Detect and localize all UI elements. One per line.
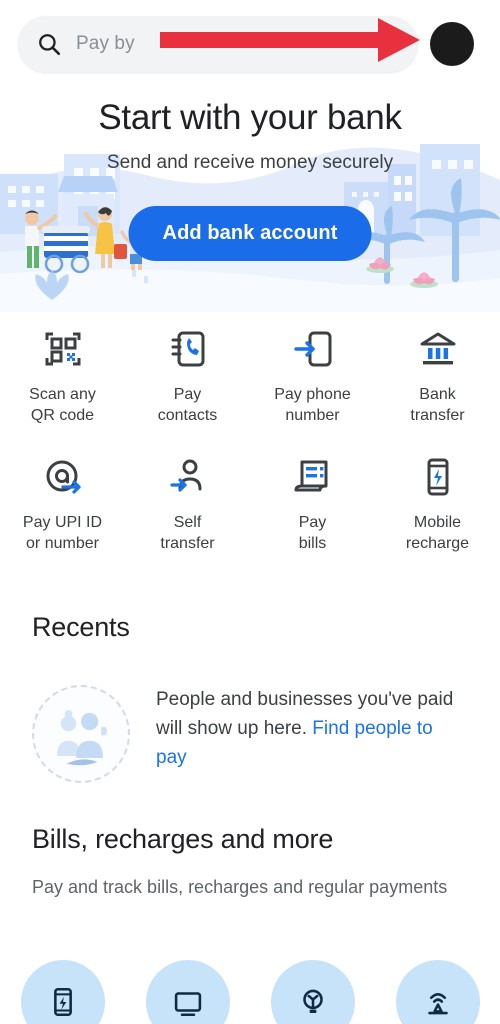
action-label: Pay phone number — [274, 386, 351, 424]
hero-title: Start with your bank — [98, 98, 402, 137]
hero-banner: Start with your bank Send and receive mo… — [0, 84, 500, 312]
action-label: Self transfer — [160, 514, 215, 552]
bank-icon — [415, 326, 461, 372]
qr-code-icon — [40, 326, 86, 372]
action-bank-transfer[interactable]: Bank transfer — [375, 326, 500, 426]
action-label: Pay contacts — [157, 386, 218, 424]
broadband-icon — [395, 960, 480, 1024]
action-pay-contacts[interactable]: Pay contacts — [125, 326, 250, 426]
action-mobile-recharge[interactable]: Mobile recharge — [375, 454, 500, 554]
light-bulb-icon — [270, 960, 355, 1024]
bill-category-broadband[interactable] — [375, 960, 500, 1024]
bills-subtitle: Pay and track bills, recharges and regul… — [32, 877, 448, 897]
recents-title: Recents — [32, 612, 130, 642]
bill-category-dth-tv[interactable] — [125, 960, 250, 1024]
google-pay-home-screen: Pay by Start with your bank Send and rec… — [0, 0, 500, 1024]
receipt-icon — [290, 454, 336, 500]
action-label: Bank transfer — [410, 386, 465, 424]
search-icon — [36, 31, 62, 57]
bills-section: Bills, recharges and more Pay and track … — [0, 824, 500, 1024]
action-label: Pay bills — [298, 514, 327, 552]
contacts-phone-icon — [165, 326, 211, 372]
phone-arrow-icon — [290, 326, 336, 372]
recents-empty-state: People and businesses you've paid will s… — [0, 643, 500, 783]
search-input[interactable]: Pay by — [18, 16, 418, 72]
phone-bolt-icon — [415, 454, 461, 500]
at-sign-arrow-icon — [40, 454, 86, 500]
recents-empty-text: People and businesses you've paid will s… — [156, 685, 456, 772]
people-illustration-icon — [32, 685, 130, 783]
hero-subtitle: Send and receive money securely — [106, 152, 394, 173]
action-pay-bills[interactable]: Pay bills — [250, 454, 375, 554]
person-arrow-icon — [165, 454, 211, 500]
bills-title: Bills, recharges and more — [32, 824, 334, 854]
action-label: Mobile recharge — [405, 514, 470, 552]
action-self-transfer[interactable]: Self transfer — [125, 454, 250, 554]
bill-category-electricity[interactable] — [250, 960, 375, 1024]
profile-avatar[interactable] — [430, 22, 474, 66]
tv-screen-icon — [145, 960, 230, 1024]
mobile-recharge-icon — [20, 960, 105, 1024]
action-label: Scan any QR code — [29, 386, 96, 424]
bills-category-row — [0, 960, 500, 1024]
add-bank-account-button[interactable]: Add bank account — [128, 206, 372, 261]
action-scan-qr-code[interactable]: Scan any QR code — [0, 326, 125, 426]
search-placeholder-text: Pay by — [76, 33, 135, 54]
action-label: Pay UPI ID or number — [22, 514, 103, 552]
top-bar: Pay by — [0, 8, 500, 80]
recents-section: Recents People and businesses you've pai… — [0, 612, 500, 783]
bill-category-mobile-recharge[interactable] — [0, 960, 125, 1024]
action-pay-upi-id[interactable]: Pay UPI ID or number — [0, 454, 125, 554]
action-pay-phone-number[interactable]: Pay phone number — [250, 326, 375, 426]
quick-actions-grid: Scan any QR code Pay contacts Pay phone … — [0, 326, 500, 554]
